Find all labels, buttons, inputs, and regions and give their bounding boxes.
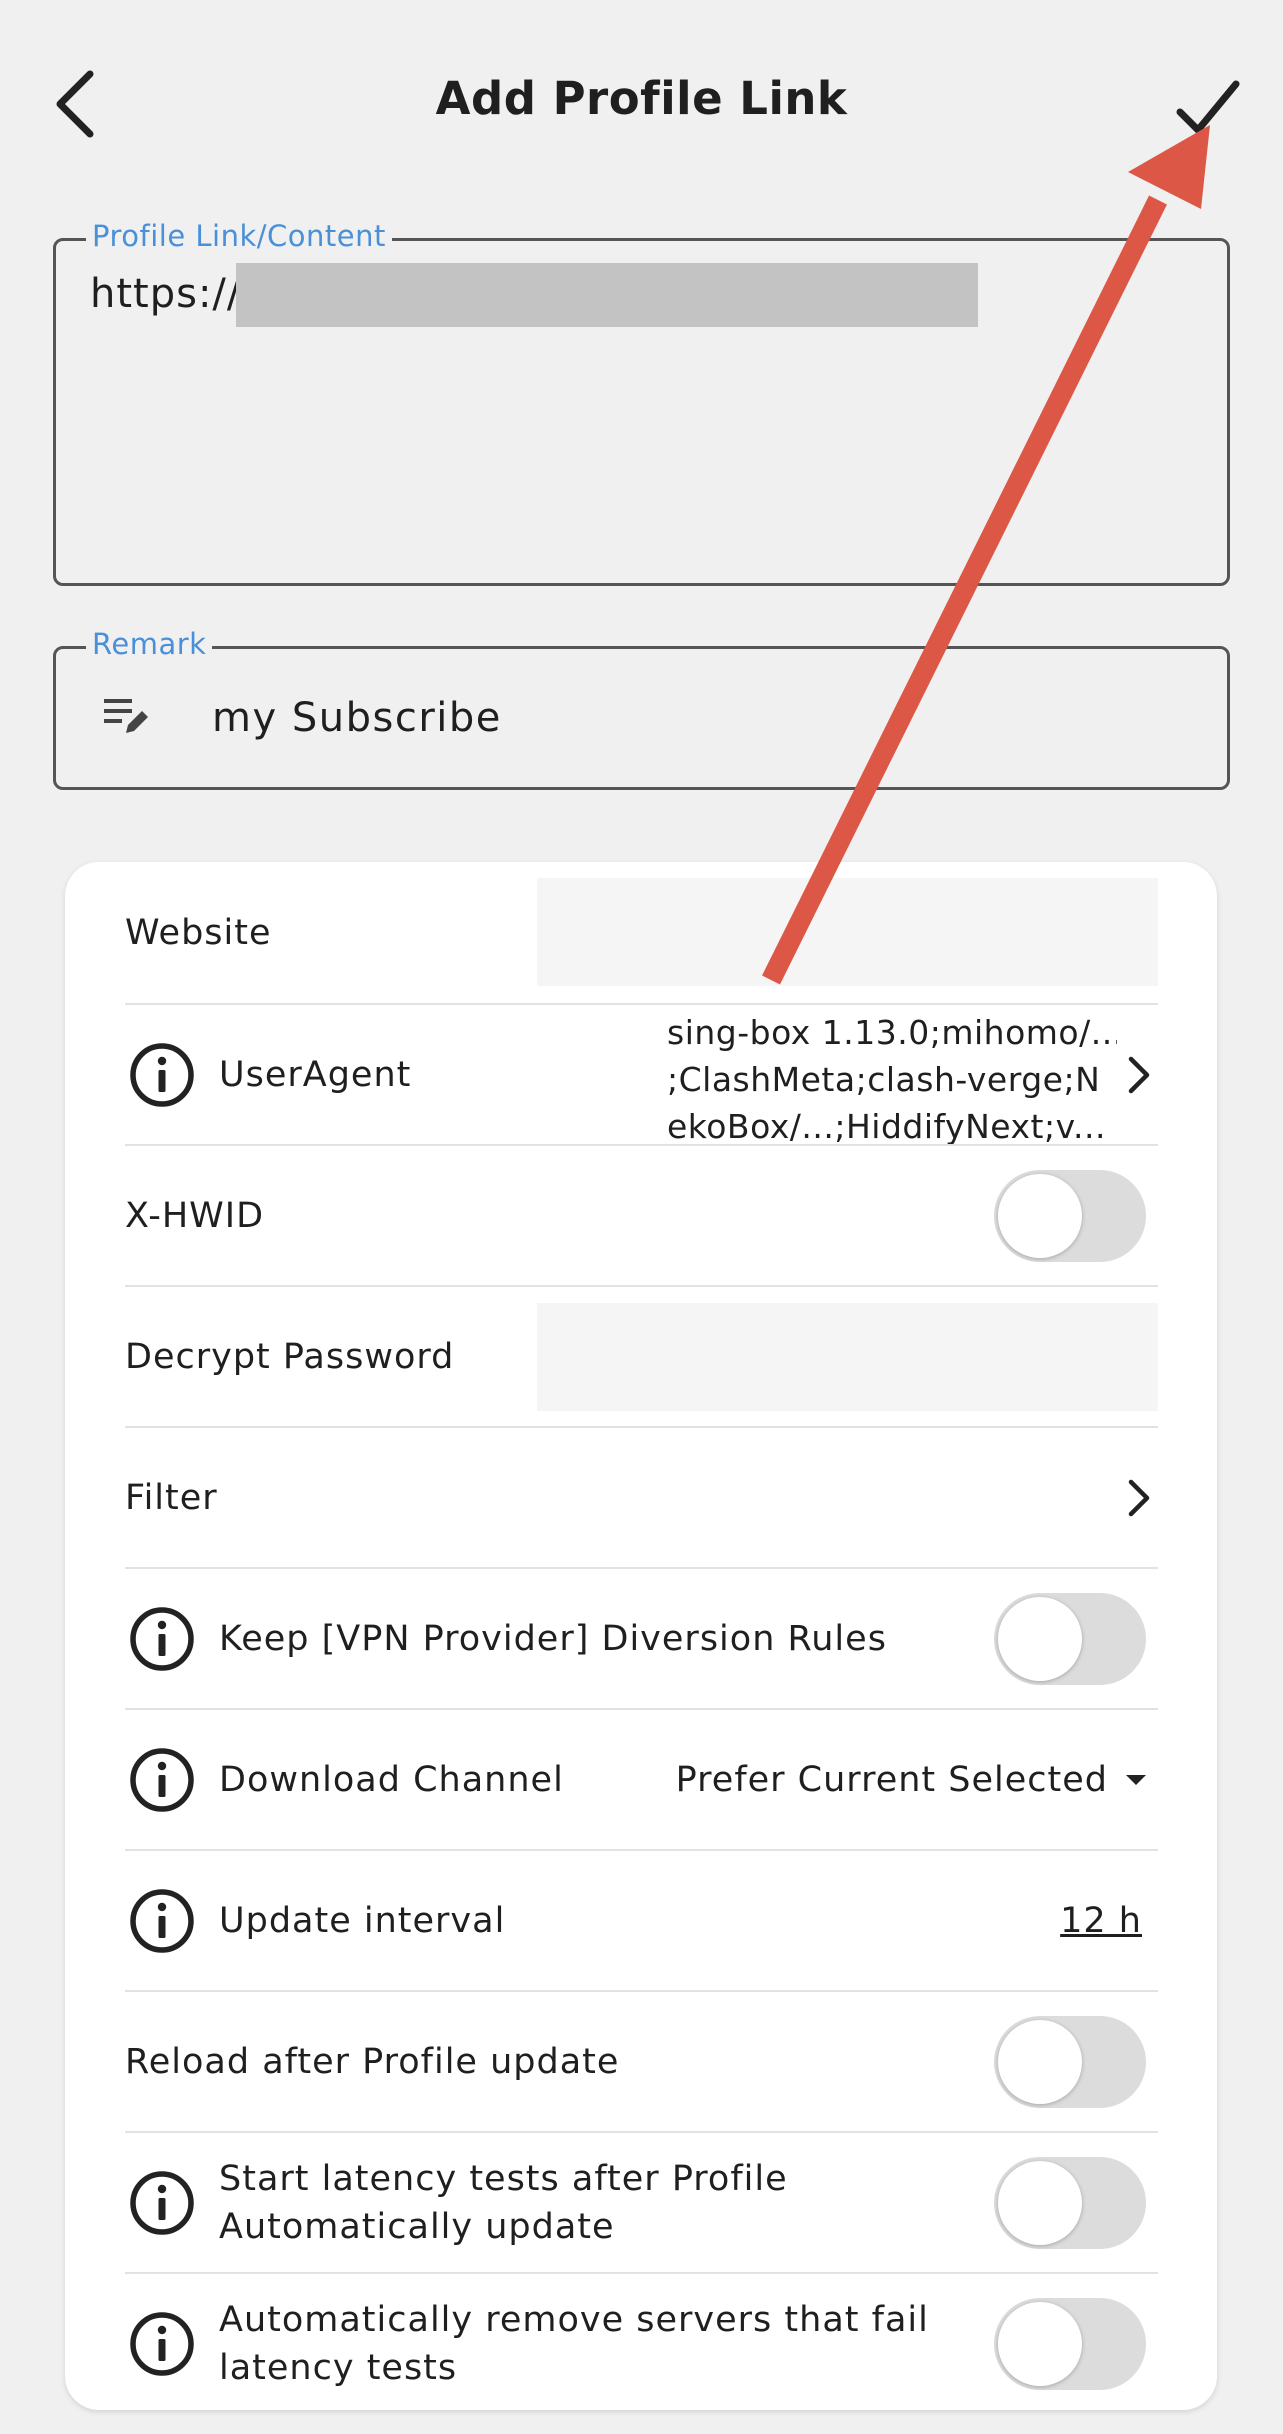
info-icon[interactable] bbox=[129, 2311, 195, 2377]
update-interval-label: Update interval bbox=[219, 1900, 506, 1941]
reload-after-update-label: Reload after Profile update bbox=[125, 2041, 620, 2082]
caret-down-icon bbox=[1126, 1774, 1146, 1785]
user-agent-line: sing-box 1.13.0;mihomo/... bbox=[667, 1013, 1117, 1052]
keep-rules-row: Keep [VPN Provider] Diversion Rules bbox=[125, 1567, 1158, 1708]
website-row: Website bbox=[125, 862, 1158, 1003]
filter-row[interactable]: Filter bbox=[125, 1426, 1158, 1567]
info-icon[interactable] bbox=[129, 1606, 195, 1672]
profile-link-field[interactable]: Profile Link/Content https:// bbox=[53, 219, 1230, 586]
remove-failed-toggle[interactable] bbox=[994, 2297, 1146, 2390]
x-hwid-row: X-HWID bbox=[125, 1144, 1158, 1285]
remove-failed-row: Automatically remove servers that fail l… bbox=[125, 2272, 1158, 2413]
update-interval-row: Update interval 12 h bbox=[125, 1849, 1158, 1990]
reload-after-update-row: Reload after Profile update bbox=[125, 1990, 1158, 2131]
check-icon bbox=[1176, 80, 1240, 134]
download-channel-label: Download Channel bbox=[219, 1759, 564, 1800]
website-label: Website bbox=[125, 912, 272, 953]
latency-after-update-label: Start latency tests after Profile Automa… bbox=[219, 2155, 788, 2251]
info-icon[interactable] bbox=[129, 1747, 195, 1813]
redacted-url bbox=[236, 263, 978, 327]
user-agent-line: ;ClashMeta;clash-verge;N bbox=[667, 1060, 1101, 1099]
toggle-knob bbox=[998, 2160, 1082, 2245]
info-icon[interactable] bbox=[129, 1042, 195, 1108]
remark-field[interactable]: Remark my Subscribe bbox=[53, 627, 1230, 790]
keep-rules-toggle[interactable] bbox=[994, 1592, 1146, 1685]
label-line: Automatically remove servers that fail bbox=[219, 2299, 929, 2340]
chevron-right-icon[interactable] bbox=[1126, 1478, 1152, 1518]
page-title: Add Profile Link bbox=[435, 72, 848, 125]
chevron-right-icon[interactable] bbox=[1126, 1055, 1152, 1095]
profile-link-label: Profile Link/Content bbox=[86, 219, 392, 253]
info-icon[interactable] bbox=[129, 2170, 195, 2236]
label-line: latency tests bbox=[219, 2347, 458, 2388]
latency-after-update-toggle[interactable] bbox=[994, 2156, 1146, 2249]
remove-failed-label: Automatically remove servers that fail l… bbox=[219, 2296, 929, 2392]
user-agent-label: UserAgent bbox=[219, 1054, 412, 1095]
download-channel-dropdown[interactable]: Prefer Current Selected bbox=[676, 1760, 1146, 1800]
download-channel-value: Prefer Current Selected bbox=[675, 1759, 1108, 1800]
reload-after-update-toggle[interactable] bbox=[994, 2015, 1146, 2108]
latency-after-update-row: Start latency tests after Profile Automa… bbox=[125, 2131, 1158, 2272]
filter-label: Filter bbox=[125, 1477, 218, 1518]
app-bar: Add Profile Link bbox=[0, 0, 1283, 210]
user-agent-value: sing-box 1.13.0;mihomo/... ;ClashMeta;cl… bbox=[667, 1005, 1117, 1150]
download-channel-row: Download Channel Prefer Current Selected bbox=[125, 1708, 1158, 1849]
profile-link-value: https:// bbox=[90, 271, 242, 317]
keep-rules-label: Keep [VPN Provider] Diversion Rules bbox=[219, 1618, 887, 1659]
remark-label: Remark bbox=[86, 627, 213, 661]
settings-card: Website UserAgent sing-box 1.13.0;mihomo… bbox=[65, 862, 1217, 2410]
x-hwid-toggle[interactable] bbox=[994, 1169, 1146, 1262]
update-interval-value[interactable]: 12 h bbox=[1060, 1901, 1142, 1941]
toggle-knob bbox=[998, 2301, 1082, 2386]
toggle-knob bbox=[998, 1596, 1082, 1681]
toggle-knob bbox=[998, 1173, 1082, 1258]
x-hwid-label: X-HWID bbox=[125, 1195, 265, 1236]
label-line: Automatically update bbox=[219, 2206, 615, 2247]
confirm-button[interactable] bbox=[1172, 70, 1244, 140]
decrypt-password-input[interactable] bbox=[537, 1303, 1158, 1411]
user-agent-line: ekoBox/...;HiddifyNext;v... bbox=[667, 1107, 1107, 1146]
edit-note-icon bbox=[104, 699, 148, 733]
label-line: Start latency tests after Profile bbox=[219, 2158, 788, 2199]
info-icon[interactable] bbox=[129, 1888, 195, 1954]
website-input[interactable] bbox=[537, 878, 1158, 986]
decrypt-password-row: Decrypt Password bbox=[125, 1285, 1158, 1426]
decrypt-password-label: Decrypt Password bbox=[125, 1336, 455, 1377]
remark-value: my Subscribe bbox=[212, 695, 502, 741]
user-agent-row[interactable]: UserAgent sing-box 1.13.0;mihomo/... ;Cl… bbox=[125, 1003, 1158, 1146]
toggle-knob bbox=[998, 2019, 1082, 2104]
